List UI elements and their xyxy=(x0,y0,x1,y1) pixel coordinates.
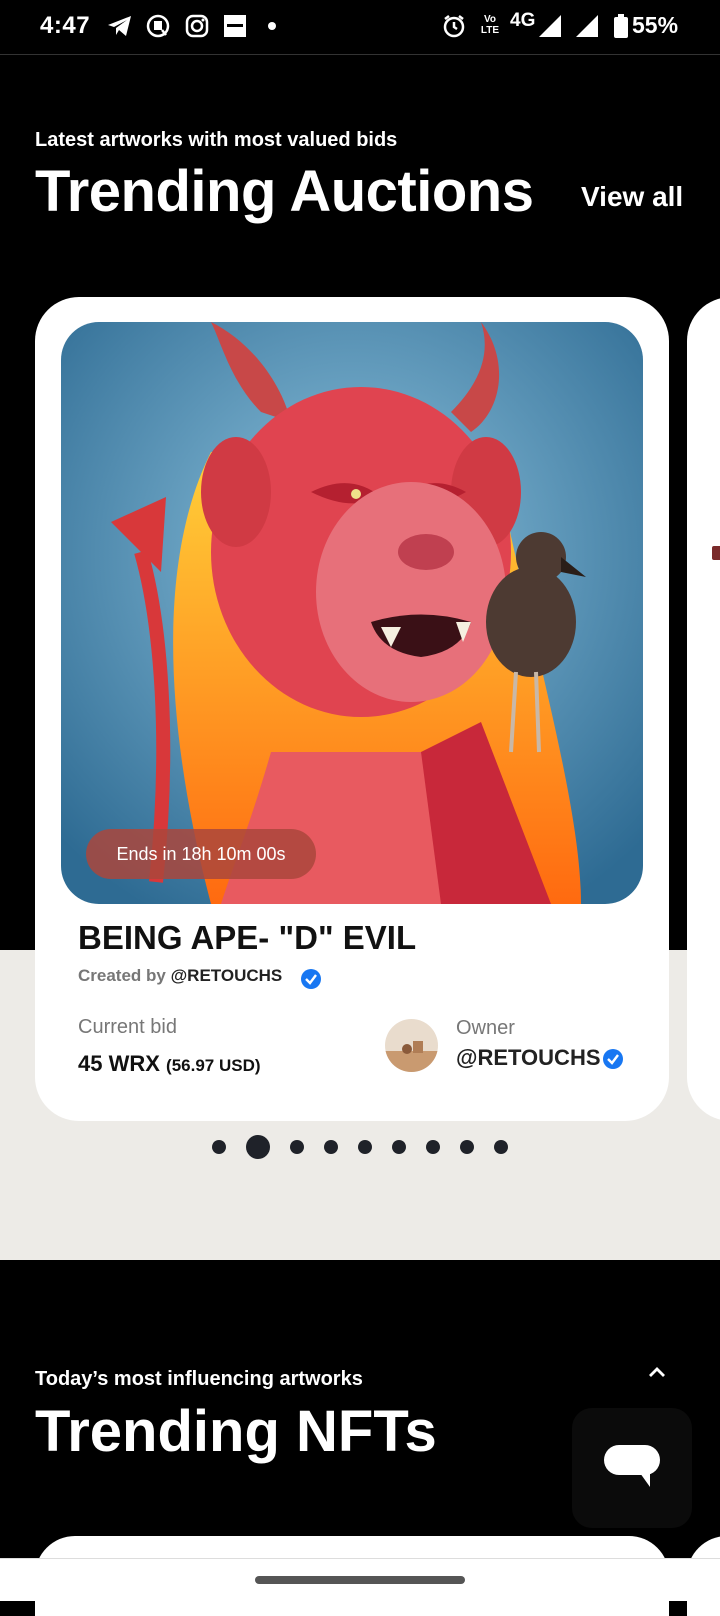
owner-label: Owner xyxy=(456,1017,515,1039)
current-bid-label: Current bid xyxy=(78,1016,177,1038)
pagination-dot[interactable] xyxy=(494,1140,508,1154)
chat-button[interactable] xyxy=(572,1408,692,1528)
nfts-title: Trending NFTs xyxy=(35,1399,437,1464)
network-label: 4G xyxy=(510,10,536,31)
view-all-link[interactable]: View all xyxy=(581,181,683,213)
scroll-to-top-icon[interactable] xyxy=(645,1360,669,1384)
creator-verified-icon xyxy=(300,968,322,990)
chat-bubble-icon xyxy=(604,1445,660,1487)
message-icon xyxy=(145,13,171,39)
bid-usd: (56.97 USD) xyxy=(166,1056,261,1075)
creator-line: Created by @RETOUCHS xyxy=(78,966,282,986)
creator-handle[interactable]: @RETOUCHS xyxy=(171,966,283,985)
alarm-icon xyxy=(441,13,467,39)
current-bid-value: 45 WRX (56.97 USD) xyxy=(78,1051,261,1077)
envato-icon xyxy=(222,13,248,39)
signal-icon xyxy=(538,13,562,39)
pagination-dot[interactable] xyxy=(290,1140,304,1154)
carousel-pagination xyxy=(0,1132,720,1162)
next-card-art-fragment xyxy=(712,546,720,560)
pagination-dot[interactable] xyxy=(358,1140,372,1154)
auction-timer-badge: Ends in 18h 10m 00s xyxy=(86,829,316,879)
battery-level: 55% xyxy=(632,12,679,38)
status-time: 4:47 xyxy=(40,12,91,39)
auctions-title: Trending Auctions xyxy=(35,159,534,224)
battery-icon xyxy=(613,13,629,39)
pagination-dot[interactable] xyxy=(426,1140,440,1154)
bid-amount: 45 WRX xyxy=(78,1051,160,1076)
pagination-dot[interactable] xyxy=(392,1140,406,1154)
owner-verified-icon xyxy=(602,1048,624,1070)
instagram-icon xyxy=(184,13,210,39)
dot-icon xyxy=(267,13,277,39)
pagination-dot-active[interactable] xyxy=(246,1135,270,1159)
artwork-image[interactable] xyxy=(61,322,643,904)
auctions-subtitle: Latest artworks with most valued bids xyxy=(35,129,398,151)
home-gesture-handle[interactable] xyxy=(255,1576,465,1584)
created-by-label: Created by xyxy=(78,966,166,985)
pagination-dot[interactable] xyxy=(212,1140,226,1154)
volte-icon: Vo LTE xyxy=(480,14,500,36)
nfts-subtitle: Today’s most influencing artworks xyxy=(35,1368,363,1390)
telegram-icon xyxy=(106,13,134,39)
artwork-title[interactable]: BEING APE- "D" EVIL xyxy=(78,919,416,957)
pagination-dot[interactable] xyxy=(324,1140,338,1154)
owner-avatar[interactable] xyxy=(385,1019,438,1072)
next-auction-card-peek[interactable] xyxy=(687,297,720,1121)
pagination-dot[interactable] xyxy=(460,1140,474,1154)
signal-icon-2 xyxy=(575,13,599,39)
owner-handle[interactable]: @RETOUCHS xyxy=(456,1045,601,1071)
